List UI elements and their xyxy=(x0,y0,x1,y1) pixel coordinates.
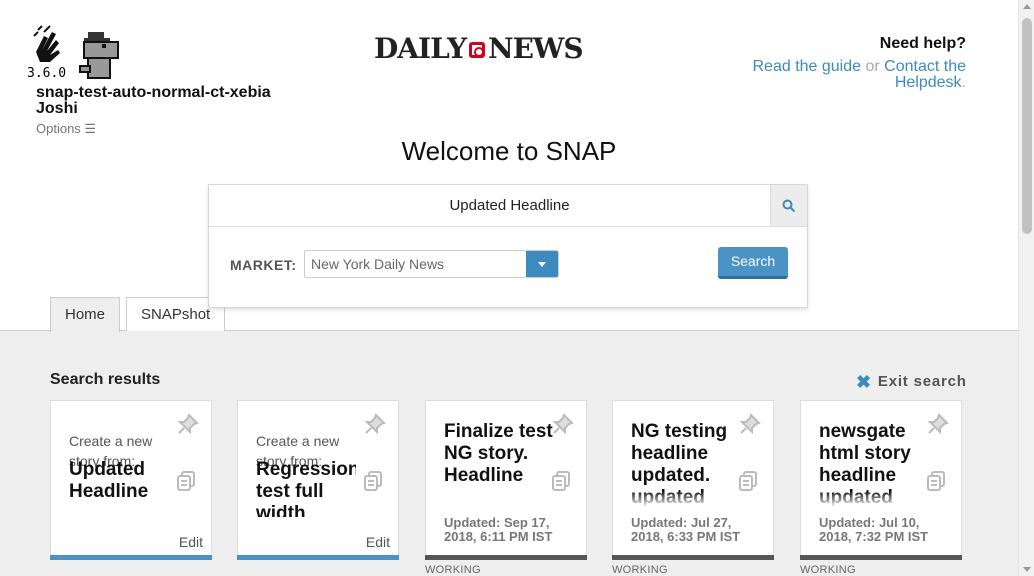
card-accent-bar xyxy=(425,555,587,560)
page-scrollbar[interactable] xyxy=(1018,0,1034,576)
read-guide-link[interactable]: Read the guide xyxy=(753,58,862,75)
exit-search-button[interactable]: ✖ Exit search xyxy=(856,371,967,392)
snap-hand-icon xyxy=(33,25,60,62)
help-title: Need help? xyxy=(879,35,966,52)
card-headline: Regression test full width xyxy=(256,459,356,517)
user-name-line2: Joshi xyxy=(36,100,78,117)
card-accent-bar xyxy=(237,555,399,560)
edit-link[interactable]: Edit xyxy=(366,534,390,550)
copy-icon[interactable] xyxy=(364,471,382,491)
results-title: Search results xyxy=(50,371,161,388)
chevron-down-icon[interactable] xyxy=(526,251,558,277)
exit-search-label: Exit search xyxy=(877,373,967,390)
help-period: . xyxy=(961,74,966,91)
tab-home[interactable]: Home xyxy=(50,297,121,332)
brand-mark-icon xyxy=(469,41,485,58)
card-updated-time: Updated: Sep 17, 2018, 6:11 PM IST xyxy=(444,515,553,544)
scroll-down-icon[interactable] xyxy=(1023,567,1031,572)
pin-icon[interactable] xyxy=(552,413,574,435)
page-title: Welcome to SNAP xyxy=(401,136,617,166)
result-card[interactable]: Finalize test NG story. Headline Updated… xyxy=(425,400,587,576)
search-icon xyxy=(782,199,796,212)
card-headline: NG testing headline updated. updated xyxy=(631,421,741,507)
card-status: WORKING xyxy=(612,564,668,576)
brand-right-text: NEWS xyxy=(488,32,584,65)
search-icon-button[interactable] xyxy=(770,185,807,226)
options-menu-button[interactable]: Options ☰ xyxy=(36,121,96,137)
search-panel: MARKET: New York Daily News Search xyxy=(208,184,808,308)
brand-left-text: DAILY xyxy=(374,32,467,65)
market-row: MARKET: New York Daily News Search xyxy=(209,227,807,307)
pin-icon[interactable] xyxy=(177,413,199,435)
pin-icon[interactable] xyxy=(364,413,386,435)
main-content: Search results ✖ Exit search Create a ne… xyxy=(0,331,1018,576)
user-name-line1: snap-test-auto-normal-ct-xebia xyxy=(36,84,271,101)
help-block: Need help? Read the guide or Contact the… xyxy=(726,35,967,91)
card-updated-time: Updated: Jul 27, 2018, 6:33 PM IST xyxy=(631,515,741,544)
search-input[interactable] xyxy=(209,185,770,226)
market-label: MARKET: xyxy=(230,257,297,273)
pin-icon[interactable] xyxy=(927,413,949,435)
card-accent-bar xyxy=(800,555,962,560)
helpdesk-link[interactable]: Contact the Helpdesk xyxy=(884,58,966,91)
mascot-dino-icon xyxy=(79,32,119,79)
search-row xyxy=(209,185,807,227)
copy-icon[interactable] xyxy=(927,471,945,491)
card-status: WORKING xyxy=(800,564,856,576)
close-icon: ✖ xyxy=(856,371,872,392)
copy-icon[interactable] xyxy=(739,471,757,491)
card-headline: Updated Headline xyxy=(69,459,149,502)
search-button[interactable]: Search xyxy=(718,247,788,279)
help-links: Read the guide or Contact the Helpdesk. xyxy=(726,58,967,91)
result-card[interactable]: Create a new story from: Updated Headlin… xyxy=(50,400,212,560)
card-accent-bar xyxy=(612,555,774,560)
card-headline: Finalize test NG story. Headline xyxy=(444,421,554,507)
daily-news-logo: DAILY NEWS xyxy=(374,32,584,65)
copy-icon[interactable] xyxy=(552,471,570,491)
tab-bar: Home SNAPshot xyxy=(50,297,231,332)
card-updated-time: Updated: Jul 10, 2018, 7:32 PM IST xyxy=(819,515,929,544)
pin-icon[interactable] xyxy=(739,413,761,435)
market-selected-value: New York Daily News xyxy=(311,256,445,272)
user-name: snap-test-auto-normal-ct-xebia Joshi xyxy=(36,85,296,117)
card-status: WORKING xyxy=(425,564,481,576)
result-card[interactable]: NG testing headline updated. updated Upd… xyxy=(612,400,774,576)
help-or-text: or xyxy=(865,58,880,75)
market-dropdown[interactable]: New York Daily News xyxy=(304,250,559,278)
result-card[interactable]: Create a new story from: Regression test… xyxy=(237,400,399,560)
copy-icon[interactable] xyxy=(177,471,195,491)
scroll-up-icon[interactable] xyxy=(1023,4,1031,9)
result-card[interactable]: newsgate html story headline updated Upd… xyxy=(800,400,962,576)
card-accent-bar xyxy=(50,555,212,560)
card-headline: newsgate html story headline updated xyxy=(819,421,929,507)
scrollbar-thumb[interactable] xyxy=(1022,18,1032,234)
app-version: 3.6.0 xyxy=(27,66,67,81)
edit-link[interactable]: Edit xyxy=(179,534,203,550)
